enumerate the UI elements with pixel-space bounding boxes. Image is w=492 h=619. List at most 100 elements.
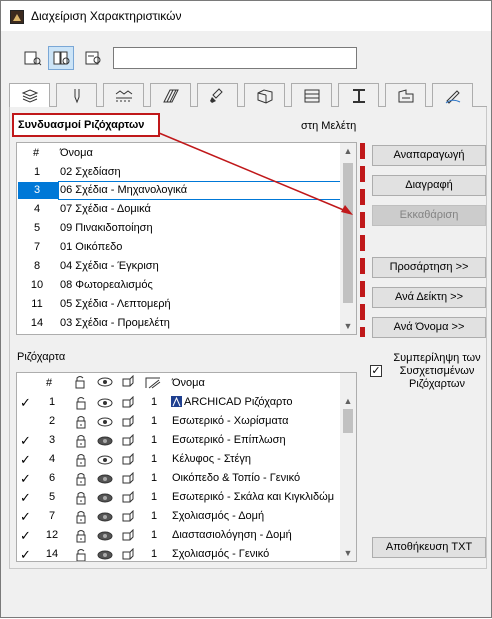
layer-row[interactable]: ✓ 6 1 Οικόπεδο & Τοπίο - Γενικό [17, 469, 342, 488]
save-txt-button[interactable]: Αποθήκευση TXT [372, 537, 486, 558]
column-header-number[interactable]: # [46, 377, 52, 389]
solid-model-icon[interactable] [121, 490, 135, 508]
solid-model-icon[interactable] [121, 471, 135, 489]
tab-surfaces[interactable] [197, 83, 238, 107]
intersection-group-number[interactable]: 1 [151, 491, 157, 503]
layer-row[interactable]: ✓ 3 1 Εσωτερικό - Επίπλωση [17, 431, 342, 450]
solid-model-icon[interactable] [121, 452, 135, 470]
wireframe-column-icon[interactable] [121, 374, 135, 392]
tab-building-materials[interactable] [244, 83, 285, 107]
combination-row[interactable]: 10 08 Φωτορεαλισμός [17, 276, 342, 295]
solid-model-icon[interactable] [121, 547, 135, 561]
detail-view-button[interactable] [80, 46, 106, 70]
layer-combinations-list[interactable]: # Όνομα 1 02 Σχεδίαση 3 06 Σχέδια - Μηχα… [16, 142, 357, 335]
combination-row[interactable]: 8 04 Σχέδια - Έγκριση [17, 257, 342, 276]
layer-row[interactable]: ✓ 5 1 Εσωτερικό - Σκάλα και Κιγκλιδώμ [17, 488, 342, 507]
lock-icon[interactable] [74, 453, 88, 470]
lock-icon[interactable] [74, 510, 88, 527]
intersection-group-number[interactable]: 1 [151, 472, 157, 484]
solid-model-icon[interactable] [121, 433, 135, 451]
combinations-scrollbar[interactable]: ▲ ▼ [340, 143, 356, 334]
column-header-name[interactable]: Όνομα [60, 147, 93, 159]
layer-visible-checkmark[interactable]: ✓ [20, 509, 31, 525]
solid-model-icon[interactable] [121, 414, 135, 432]
layer-row[interactable]: ✓ 14 1 Σχολιασμός - Γενικό [17, 545, 342, 561]
layer-row[interactable]: ✓ 4 1 Κέλυφος - Στέγη [17, 450, 342, 469]
lock-icon[interactable] [74, 415, 88, 432]
combination-row[interactable]: 14 03 Σχέδια - Προμελέτη [17, 314, 342, 333]
solid-model-icon[interactable] [121, 395, 135, 413]
combination-row-selected[interactable]: 3 06 Σχέδια - Μηχανολογικά [17, 181, 342, 200]
tab-markup[interactable] [432, 83, 473, 107]
layer-visible-checkmark[interactable]: ✓ [20, 395, 31, 411]
layer-visible-checkmark[interactable]: ✓ [20, 471, 31, 487]
lock-icon[interactable] [74, 529, 88, 546]
intersection-group-number[interactable]: 1 [151, 548, 157, 560]
tab-zones[interactable] [385, 83, 426, 107]
column-header-name[interactable]: Όνομα [172, 377, 205, 389]
eye-open-icon[interactable] [97, 454, 113, 469]
tab-fills[interactable] [150, 83, 191, 107]
column-header-number[interactable]: # [33, 147, 39, 159]
combination-row[interactable]: 5 09 Πινακιδοποίηση [17, 219, 342, 238]
layers-list[interactable]: # Όνομα ✓ 1 1 ARCHICAD Ριζόχαρτο 2 1 Εσωτερικό… [16, 372, 357, 562]
layer-visible-checkmark[interactable]: ✓ [20, 490, 31, 506]
layer-visible-checkmark[interactable]: ✓ [20, 433, 31, 449]
scroll-thumb[interactable] [343, 409, 353, 433]
intersection-group-number[interactable]: 1 [151, 510, 157, 522]
eye-closed-icon[interactable] [97, 511, 113, 526]
by-index-button[interactable]: Ανά Δείκτη >> [372, 287, 486, 308]
layer-row[interactable]: ✓ 7 1 Σχολιασμός - Δομή [17, 507, 342, 526]
tab-pens[interactable] [56, 83, 97, 107]
scroll-down-icon[interactable]: ▼ [340, 318, 356, 334]
layer-visible-checkmark[interactable]: ✓ [20, 452, 31, 468]
duplicate-button[interactable]: Αναπαραγωγή [372, 145, 486, 166]
combination-name[interactable]: 06 Σχέδια - Μηχανολογικά [60, 184, 187, 196]
layer-row[interactable]: ✓ 1 1 ARCHICAD Ριζόχαρτο [17, 393, 342, 412]
combination-row[interactable]: 4 07 Σχέδια - Δομικά [17, 200, 342, 219]
eye-closed-icon[interactable] [97, 492, 113, 507]
combination-row[interactable]: 11 05 Σχέδια - Λεπτομερή [17, 295, 342, 314]
list-view-button[interactable] [19, 46, 45, 70]
intersection-group-number[interactable]: 1 [151, 396, 157, 408]
layer-visible-checkmark[interactable]: ✓ [20, 547, 31, 561]
eye-closed-icon[interactable] [97, 473, 113, 488]
eye-closed-icon[interactable] [97, 530, 113, 545]
scroll-thumb[interactable] [343, 163, 353, 303]
lock-icon[interactable] [74, 434, 88, 451]
scroll-down-icon[interactable]: ▼ [340, 545, 356, 561]
search-input[interactable] [113, 47, 357, 69]
intersection-group-number[interactable]: 1 [151, 529, 157, 541]
include-associated-layers-checkbox[interactable]: ✓ [370, 365, 382, 377]
intersection-group-number[interactable]: 1 [151, 453, 157, 465]
solid-model-icon[interactable] [121, 509, 135, 527]
visibility-column-icon[interactable] [97, 376, 113, 391]
tab-layers[interactable] [9, 83, 50, 108]
lock-column-icon[interactable] [73, 375, 87, 392]
combination-row[interactable]: 1 02 Σχεδίαση [17, 163, 342, 182]
lock-icon[interactable] [74, 472, 88, 489]
scroll-up-icon[interactable]: ▲ [340, 393, 356, 409]
delete-button[interactable]: Διαγραφή [372, 175, 486, 196]
layers-scrollbar[interactable]: ▲ ▼ [340, 373, 356, 561]
unlock-icon[interactable] [74, 548, 88, 561]
layer-visible-checkmark[interactable]: ✓ [20, 528, 31, 544]
intersection-group-number[interactable]: 1 [151, 415, 157, 427]
unlock-icon[interactable] [74, 396, 88, 413]
tab-line-types[interactable] [103, 83, 144, 107]
eye-closed-icon[interactable] [97, 435, 113, 450]
combination-row[interactable]: 7 01 Οικόπεδο [17, 238, 342, 257]
eye-closed-icon[interactable] [97, 549, 113, 561]
eye-open-icon[interactable] [97, 416, 113, 431]
layer-row[interactable]: ✓ 12 1 Διαστασιολόγηση - Δομή [17, 526, 342, 545]
scroll-up-icon[interactable]: ▲ [340, 143, 356, 159]
split-view-button[interactable] [48, 46, 74, 70]
tab-composites[interactable] [291, 83, 332, 107]
intersection-group-column-icon[interactable] [145, 375, 161, 392]
by-name-button[interactable]: Ανά Όνομα >> [372, 317, 486, 338]
solid-model-icon[interactable] [121, 528, 135, 546]
layer-row[interactable]: 2 1 Εσωτερικό - Χωρίσματα [17, 412, 342, 431]
append-button[interactable]: Προσάρτηση >> [372, 257, 486, 278]
tab-profiles[interactable] [338, 83, 379, 107]
lock-icon[interactable] [74, 491, 88, 508]
